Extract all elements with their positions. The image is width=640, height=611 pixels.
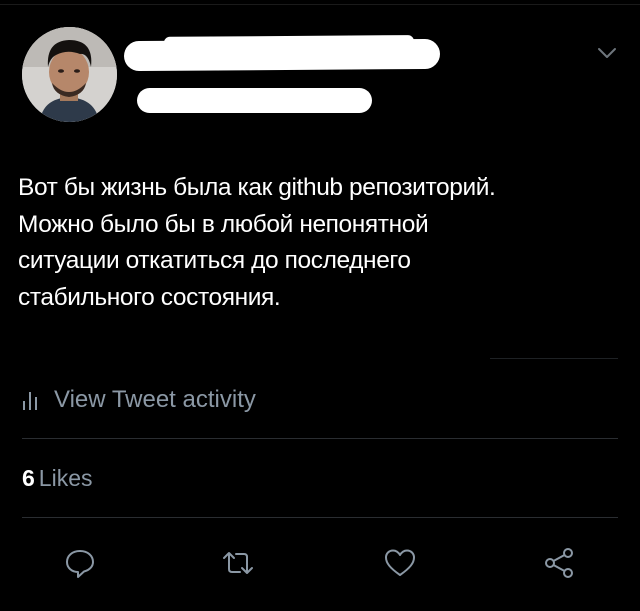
- divider: [22, 438, 618, 439]
- likes-count-link[interactable]: 6 Likes: [22, 465, 93, 492]
- share-icon: [545, 548, 573, 578]
- retweet-icon: [223, 552, 253, 574]
- likes-count: 6: [22, 465, 35, 491]
- divider: [490, 358, 618, 359]
- divider: [22, 517, 618, 518]
- view-tweet-activity-label: View Tweet activity: [54, 386, 256, 413]
- tweet-text-line: Можно было бы в любой непонятной: [18, 210, 429, 238]
- reply-icon: [66, 550, 94, 578]
- view-tweet-activity-link[interactable]: View Tweet activity: [22, 386, 256, 414]
- tweet-text-line: стабильного состояния.: [18, 283, 281, 311]
- likes-label: Likes: [38, 465, 93, 491]
- tweet-text: Вот бы жизнь была как github репозиторий…: [18, 170, 628, 316]
- retweet-button[interactable]: [220, 545, 256, 581]
- top-divider: [0, 4, 640, 5]
- reply-button[interactable]: [62, 545, 98, 581]
- tweet-text-line: ситуации откатиться до последнего: [18, 247, 411, 274]
- bar-chart-icon: [23, 392, 37, 410]
- share-button[interactable]: [541, 545, 577, 581]
- like-button[interactable]: [382, 545, 418, 581]
- chevron-down-icon[interactable]: [596, 44, 618, 62]
- avatar[interactable]: [22, 27, 117, 122]
- heart-icon: [385, 549, 415, 576]
- display-name-redacted: [123, 38, 441, 72]
- username-redacted: [137, 88, 372, 113]
- tweet-text-line: Вот бы жизнь была как github репозиторий…: [18, 174, 496, 201]
